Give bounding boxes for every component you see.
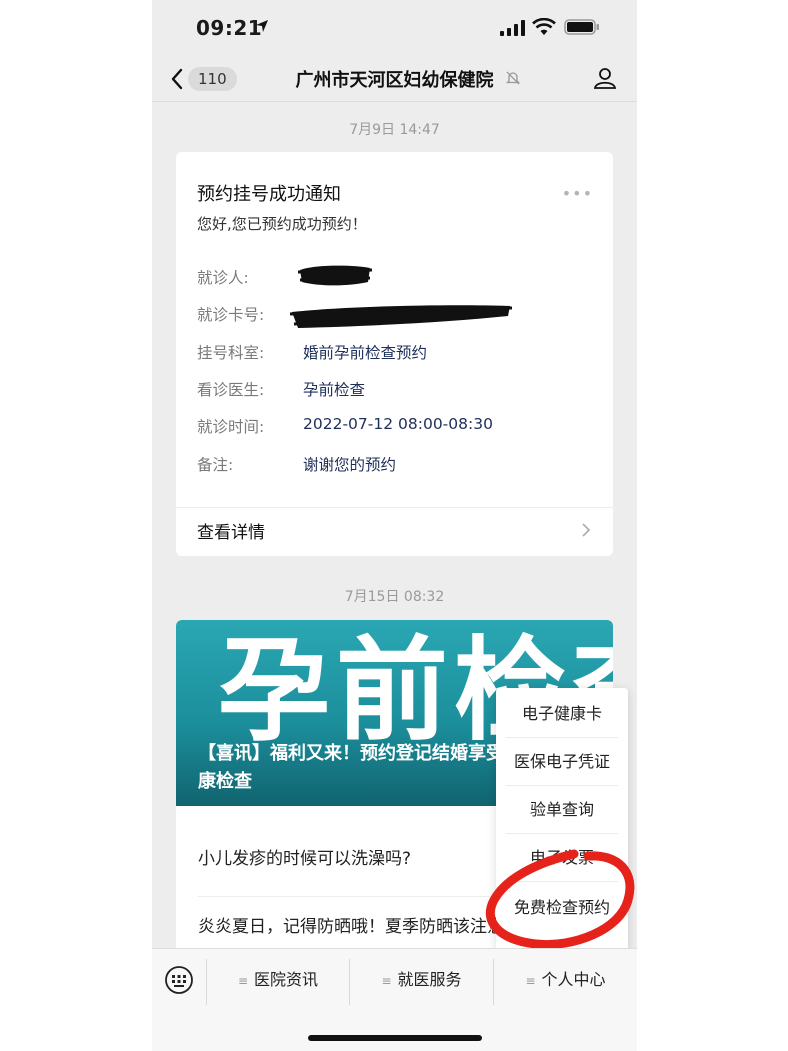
redaction-scribble bbox=[297, 265, 373, 286]
wifi-icon bbox=[532, 18, 556, 35]
menu-lines-icon: ≡ bbox=[381, 974, 392, 988]
phone-screen: 09:21 110 广州市天河区妇幼保健院 7月9日 14:47 预约挂号成功通… bbox=[152, 0, 637, 1051]
tab-label: 个人中心 bbox=[541, 970, 606, 989]
row-label: 看诊医生: bbox=[197, 381, 265, 399]
keyboard-toggle-icon[interactable] bbox=[164, 965, 194, 995]
tab-label: 医院资讯 bbox=[254, 970, 319, 989]
divider bbox=[176, 507, 613, 508]
view-details-link[interactable]: 查看详情 bbox=[197, 518, 265, 543]
cellular-signal-icon bbox=[500, 20, 525, 36]
row-value: 婚前孕前检查预约 bbox=[303, 344, 428, 362]
menu-item-medical-insurance[interactable]: 医保电子凭证 bbox=[506, 738, 618, 786]
redaction-scribble bbox=[289, 305, 513, 328]
menu-lines-icon: ≡ bbox=[237, 974, 249, 988]
message-timestamp: 7月15日 08:32 bbox=[344, 589, 445, 605]
status-bar: 09:21 bbox=[152, 0, 637, 56]
tab-personal-center[interactable]: ≡ 个人中心 bbox=[494, 957, 637, 1003]
row-value: 孕前检查 bbox=[303, 381, 366, 399]
location-arrow-icon bbox=[256, 20, 268, 32]
home-indicator[interactable] bbox=[308, 1035, 482, 1041]
more-options-icon[interactable]: ••• bbox=[562, 184, 593, 203]
row-label: 挂号科室: bbox=[197, 344, 265, 362]
page-title: 广州市天河区妇幼保健院 bbox=[295, 70, 494, 91]
row-value: 谢谢您的预约 bbox=[303, 456, 397, 474]
row-label: 就诊人: bbox=[197, 269, 249, 287]
appointment-notification-card[interactable]: 预约挂号成功通知 ••• 您好,您已预约成功预约！ 就诊人: 就诊卡号: 挂号科… bbox=[176, 152, 613, 556]
row-label: 就诊时间: bbox=[197, 418, 265, 436]
row-label: 就诊卡号: bbox=[197, 306, 265, 324]
menu-item-lab-report[interactable]: 验单查询 bbox=[506, 786, 618, 834]
menu-item-health-card[interactable]: 电子健康卡 bbox=[506, 690, 618, 738]
card-title: 预约挂号成功通知 bbox=[197, 184, 341, 205]
navigation-bar: 110 广州市天河区妇幼保健院 bbox=[152, 56, 637, 102]
user-profile-icon[interactable] bbox=[593, 66, 617, 90]
article-list-item[interactable]: 小儿发疹的时候可以洗澡吗? bbox=[198, 844, 411, 869]
battery-icon bbox=[564, 19, 599, 35]
tab-medical-services[interactable]: ≡ 就医服务 bbox=[350, 957, 493, 1003]
mute-bell-icon bbox=[505, 71, 521, 85]
menu-lines-icon: ≡ bbox=[525, 974, 536, 988]
card-subtitle: 您好,您已预约成功预约！ bbox=[197, 215, 367, 233]
red-highlight-circle bbox=[485, 849, 635, 950]
status-time: 09:21 bbox=[196, 16, 263, 40]
row-value: 2022-07-12 08:00-08:30 bbox=[303, 415, 493, 433]
message-timestamp: 7月9日 14:47 bbox=[349, 122, 440, 138]
tab-label: 就医服务 bbox=[397, 970, 462, 989]
row-label: 备注: bbox=[197, 456, 234, 474]
tab-hospital-news[interactable]: ≡ 医院资讯 bbox=[207, 957, 349, 1003]
chevron-right-icon[interactable] bbox=[581, 522, 591, 538]
